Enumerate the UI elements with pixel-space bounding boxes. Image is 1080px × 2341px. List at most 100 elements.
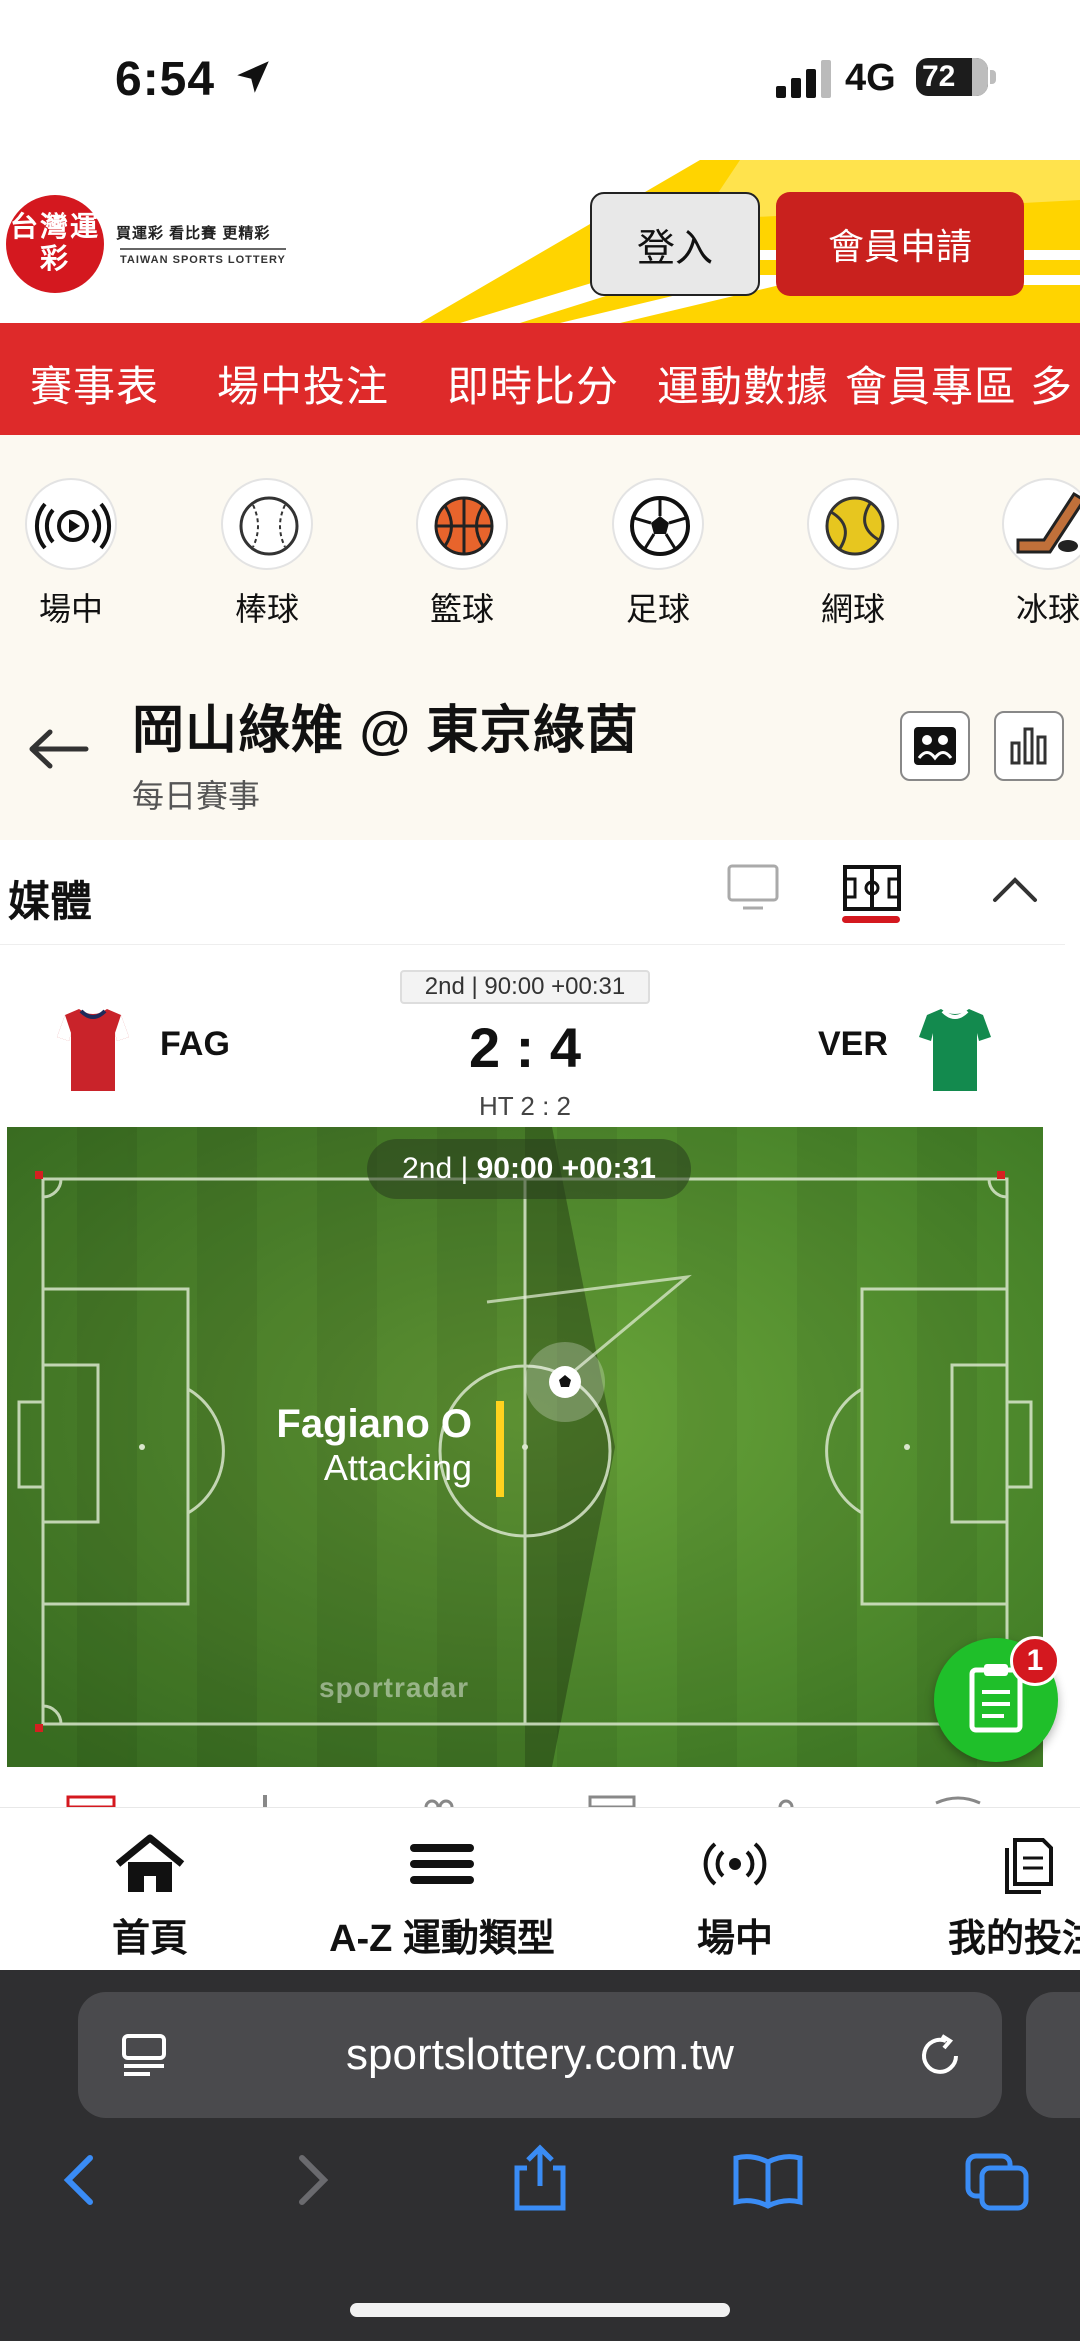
sport-basketball[interactable]: 籃球 xyxy=(402,478,522,630)
scoreboard: 2nd | 90:00 +00:31 FAG 2 : 4 HT 2 : 2 VE… xyxy=(0,945,1065,1125)
bottom-nav-label: 場中 xyxy=(696,1918,773,1960)
away-jersey-icon xyxy=(919,1009,991,1091)
nav-item-live-betting[interactable]: 場中投注 xyxy=(217,353,389,414)
reload-icon[interactable] xyxy=(916,2032,964,2080)
bottom-nav-my-bets[interactable]: 我的投注 xyxy=(948,1832,1080,1962)
sport-label: 場中 xyxy=(38,591,103,627)
tennis-ball-icon xyxy=(807,478,899,570)
share-icon[interactable] xyxy=(505,2142,575,2214)
back-icon[interactable] xyxy=(58,2150,102,2210)
forward-icon[interactable] xyxy=(290,2150,334,2210)
match-score: 2 : 4 xyxy=(468,1016,582,1079)
bottom-nav-label: A-Z 運動類型 xyxy=(329,1918,555,1960)
browser-toolbar: sportslottery.com.tw xyxy=(0,1970,1080,2341)
status-time: 6:54 xyxy=(115,53,216,106)
match-period: 2nd | 90:00 +00:31 xyxy=(400,970,650,1004)
sport-label: 冰球 xyxy=(1015,591,1080,627)
nav-item-more[interactable]: 多 xyxy=(1030,353,1073,414)
sport-soccer[interactable]: 足球 xyxy=(598,478,718,630)
bottom-nav-live[interactable]: 場中 xyxy=(685,1832,785,1962)
tabs-icon[interactable] xyxy=(962,2150,1032,2214)
stats-button[interactable] xyxy=(994,711,1064,781)
soccer-ball-icon xyxy=(549,1366,581,1398)
location-arrow-icon xyxy=(237,61,269,93)
my-bets-icon xyxy=(1005,1838,1053,1894)
status-bar: 6:54 4G 72 xyxy=(0,0,1080,160)
nav-item-sports-data[interactable]: 運動數據 xyxy=(657,353,829,414)
logo-slogan: 買運彩 看比賽 更精彩 xyxy=(116,225,271,242)
attack-status: Fagiano O Attacking xyxy=(207,1402,472,1489)
attack-state: Attacking xyxy=(323,1447,472,1488)
ball-marker xyxy=(525,1342,605,1422)
attacking-team: Fagiano O xyxy=(276,1402,472,1446)
soccer-ball-icon xyxy=(612,478,704,570)
nav-item-member-area[interactable]: 會員專區 xyxy=(845,353,1017,414)
live-icon xyxy=(703,1842,767,1886)
pitch-tracker-icon[interactable] xyxy=(842,864,902,912)
match-category: 每日賽事 xyxy=(132,778,261,814)
tv-icon[interactable] xyxy=(725,862,781,914)
sport-label: 網球 xyxy=(820,591,885,627)
sport-label: 足球 xyxy=(625,591,690,627)
bottom-nav-home[interactable]: 首頁 xyxy=(100,1832,200,1962)
back-arrow-icon[interactable] xyxy=(28,728,90,770)
lineup-button[interactable] xyxy=(900,711,970,781)
soccer-pitch xyxy=(7,1127,1043,1767)
basketball-icon xyxy=(416,478,508,570)
media-title: 媒體 xyxy=(8,878,93,925)
halftime-score: HT 2 : 2 xyxy=(478,1091,571,1121)
bar-chart-icon xyxy=(1010,727,1047,765)
bottom-nav-sports-az[interactable]: A-Z 運動類型 xyxy=(322,1832,562,1962)
sport-live[interactable]: 場中 xyxy=(11,478,131,630)
nav-item-live-scores[interactable]: 即時比分 xyxy=(447,353,619,414)
baseball-icon xyxy=(221,478,313,570)
chevron-up-icon[interactable] xyxy=(990,873,1040,905)
bookmarks-icon[interactable] xyxy=(730,2150,806,2210)
pitch-period: 2nd xyxy=(402,1152,453,1185)
bottom-app-nav: 首頁 A-Z 運動類型 場中 我的投注 xyxy=(0,1807,1080,1970)
network-type: 4G xyxy=(845,57,896,99)
tracker-tab-icons xyxy=(66,1795,981,1807)
login-button[interactable]: 登入 xyxy=(590,192,760,296)
bet-slip-count-badge: 1 xyxy=(1010,1636,1060,1686)
home-icon xyxy=(115,1834,185,1892)
address-bar[interactable]: sportslottery.com.tw xyxy=(78,1992,1002,2118)
next-tab-peek[interactable] xyxy=(1026,1992,1080,2118)
match-tracker[interactable]: 2nd | 90:00 +00:31 Fagiano O Attacking s… xyxy=(7,1127,1043,1767)
home-team-name: FAG xyxy=(160,1025,230,1063)
active-tab-indicator xyxy=(842,916,900,923)
logo-subtitle: TAIWAN SPORTS LOTTERY xyxy=(120,248,286,266)
nav-item-schedule[interactable]: 賽事表 xyxy=(30,353,159,414)
battery-level: 72 xyxy=(922,60,956,93)
site-header: 台灣運彩 買運彩 看比賽 更精彩 TAIWAN SPORTS LOTTERY 登… xyxy=(0,160,1080,323)
bottom-nav-label: 首頁 xyxy=(111,1918,188,1960)
ice-hockey-icon xyxy=(1002,478,1080,570)
match-header: 岡山綠雉 @ 東京綠茵 每日賽事 xyxy=(0,653,1080,840)
battery-tip xyxy=(990,70,996,84)
tracker-tabs-peek xyxy=(0,1767,1080,1807)
sport-baseball[interactable]: 棒球 xyxy=(207,478,327,630)
match-title: 岡山綠雉 @ 東京綠茵 xyxy=(132,702,639,760)
main-nav: 賽事表 場中投注 即時比分 運動數據 會員專區 多 xyxy=(0,323,1080,435)
register-button[interactable]: 會員申請 xyxy=(776,192,1024,296)
cellular-signal-icon xyxy=(776,60,831,98)
sport-tennis[interactable]: 網球 xyxy=(793,478,913,630)
home-jersey-icon xyxy=(57,1009,129,1091)
sport-label: 棒球 xyxy=(234,591,299,627)
lineup-icon xyxy=(914,727,956,765)
pitch-clock: 2nd | 90:00 +00:31 xyxy=(367,1139,691,1199)
sport-label: 籃球 xyxy=(429,591,494,627)
provider-watermark: sportradar xyxy=(319,1672,470,1703)
pitch-time: 90:00 +00:31 xyxy=(476,1152,656,1185)
media-panel-header: 媒體 xyxy=(0,840,1065,945)
sport-ice-hockey[interactable]: 冰球 xyxy=(988,478,1080,630)
away-team-name: VER xyxy=(818,1025,888,1063)
battery-icon: 72 xyxy=(916,58,988,96)
live-broadcast-icon xyxy=(25,478,117,570)
logo[interactable]: 台灣運彩 xyxy=(6,195,104,293)
sport-categories: 場中 棒球 籃球 足球 網球 冰球 xyxy=(0,435,1080,653)
home-indicator[interactable] xyxy=(350,2303,730,2317)
bottom-nav-label: 我的投注 xyxy=(948,1918,1080,1960)
attack-indicator xyxy=(496,1401,504,1497)
menu-icon xyxy=(410,1844,474,1884)
